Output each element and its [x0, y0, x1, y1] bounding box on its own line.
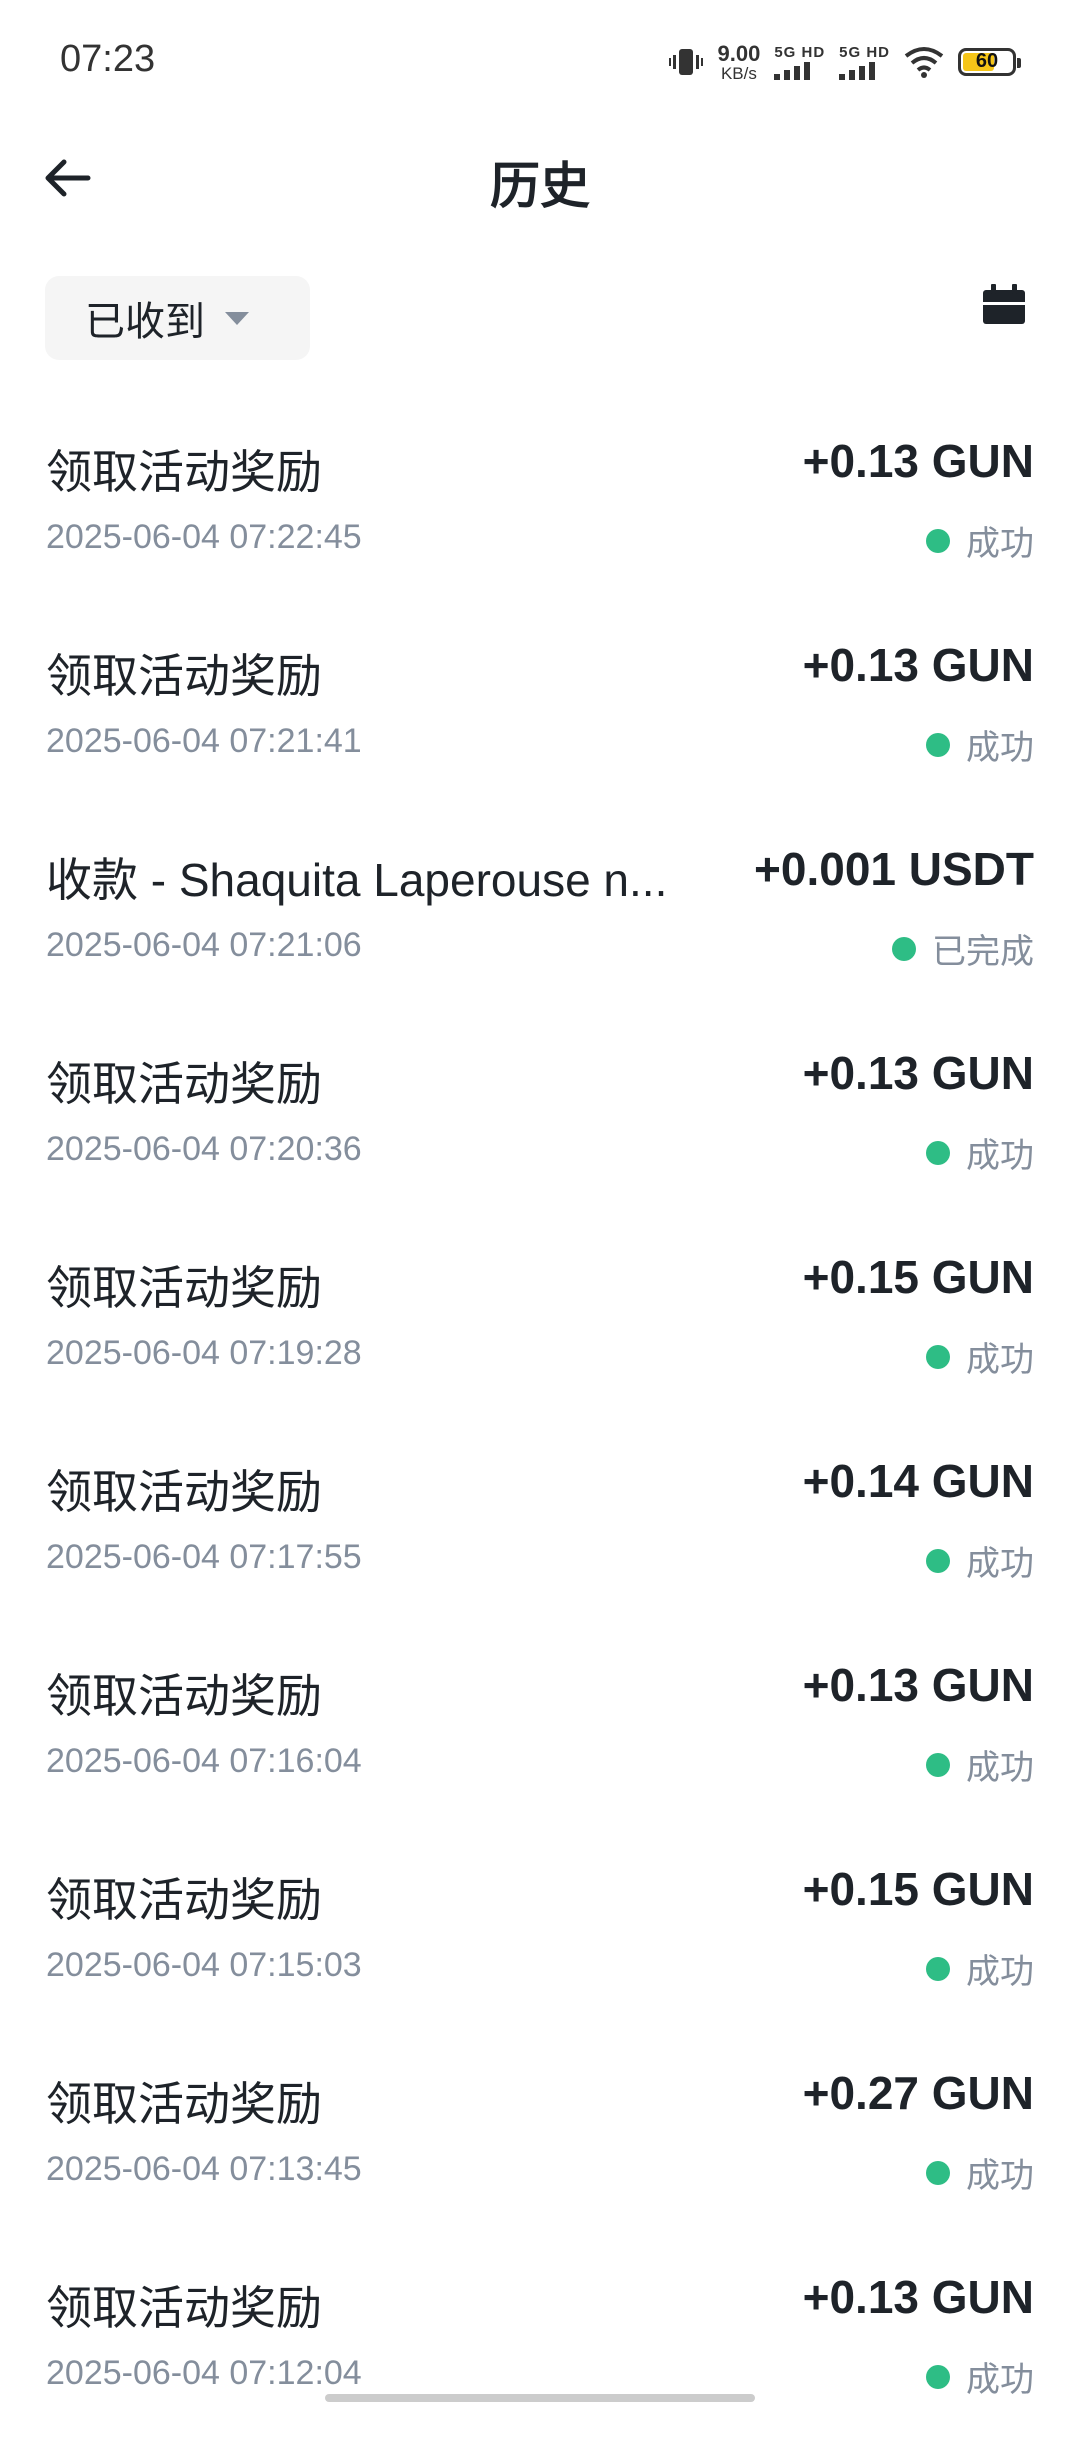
status-badge: 成功 — [926, 516, 1034, 565]
status-badge: 已完成 — [892, 924, 1034, 973]
status-text: 已完成 — [932, 933, 1034, 971]
history-row[interactable]: 领取活动奖励 2025-06-04 07:22:45 +0.13 GUN 成功 — [0, 408, 1080, 612]
history-row[interactable]: 收款 - Shaquita Laperouse n... 2025-06-04 … — [0, 816, 1080, 1020]
history-row[interactable]: 领取活动奖励 2025-06-04 07:12:04 +0.13 GUN 成功 — [0, 2244, 1080, 2448]
history-amount: +0.001 USDT — [754, 843, 1034, 895]
status-time: 07:23 — [60, 38, 156, 80]
history-amount: +0.14 GUN — [802, 1455, 1034, 1507]
status-badge: 成功 — [926, 1536, 1034, 1585]
home-indicator[interactable] — [325, 2394, 755, 2402]
battery-level: 60 — [975, 50, 999, 72]
page-title: 历史 — [490, 158, 590, 214]
history-amount: +0.13 GUN — [802, 435, 1034, 487]
history-row[interactable]: 领取活动奖励 2025-06-04 07:20:36 +0.13 GUN 成功 — [0, 1020, 1080, 1224]
history-time: 2025-06-04 07:15:03 — [46, 1946, 362, 1984]
status-dot-icon — [926, 2160, 950, 2185]
history-row[interactable]: 领取活动奖励 2025-06-04 07:15:03 +0.15 GUN 成功 — [0, 1836, 1080, 2040]
status-dot-icon — [926, 528, 950, 553]
status-text: 成功 — [966, 2157, 1034, 2195]
history-time: 2025-06-04 07:22:45 — [46, 518, 362, 556]
status-text: 成功 — [966, 2361, 1034, 2399]
status-text: 成功 — [966, 1545, 1034, 1583]
history-row[interactable]: 领取活动奖励 2025-06-04 07:21:41 +0.13 GUN 成功 — [0, 612, 1080, 816]
history-amount: +0.13 GUN — [802, 1047, 1034, 1099]
status-dot-icon — [926, 2364, 950, 2389]
status-badge: 成功 — [926, 1944, 1034, 1993]
status-badge: 成功 — [926, 2352, 1034, 2401]
status-text: 成功 — [966, 1953, 1034, 1991]
history-title: 领取活动奖励 — [46, 2078, 322, 2130]
history-amount: +0.13 GUN — [802, 2271, 1034, 2323]
history-time: 2025-06-04 07:16:04 — [46, 1742, 362, 1780]
history-title: 领取活动奖励 — [46, 1874, 322, 1926]
history-title: 领取活动奖励 — [46, 2282, 322, 2334]
history-title: 领取活动奖励 — [46, 1058, 322, 1110]
status-dot-icon — [926, 732, 950, 757]
filter-selected-label: 已收到 — [85, 300, 205, 344]
status-dot-icon — [926, 1548, 950, 1573]
status-badge: 成功 — [926, 1740, 1034, 1789]
history-time: 2025-06-04 07:12:04 — [46, 2354, 362, 2392]
status-text: 成功 — [966, 1137, 1034, 1175]
status-text: 成功 — [966, 1749, 1034, 1787]
signal-icon — [774, 61, 811, 80]
history-time: 2025-06-04 07:21:06 — [46, 926, 362, 964]
history-title: 领取活动奖励 — [46, 1262, 322, 1314]
status-text: 成功 — [966, 1341, 1034, 1379]
status-icons: 9.00 KB/s 5G HD 5G HD 60 — [669, 40, 1021, 84]
wifi-icon — [904, 47, 944, 78]
vibrate-icon — [669, 49, 704, 75]
status-text: 成功 — [966, 729, 1034, 767]
history-title: 领取活动奖励 — [46, 1670, 322, 1722]
status-text: 成功 — [966, 525, 1034, 563]
history-amount: +0.27 GUN — [802, 2067, 1034, 2119]
history-row[interactable]: 领取活动奖励 2025-06-04 07:13:45 +0.27 GUN 成功 — [0, 2040, 1080, 2244]
history-amount: +0.15 GUN — [802, 1863, 1034, 1915]
history-amount: +0.13 GUN — [802, 1659, 1034, 1711]
header: 历史 — [0, 120, 1080, 230]
status-badge: 成功 — [926, 720, 1034, 769]
history-time: 2025-06-04 07:13:45 — [46, 2150, 362, 2188]
calendar-icon[interactable] — [981, 282, 1027, 328]
network-speed: 9.00 KB/s — [717, 40, 761, 83]
status-badge: 成功 — [926, 1332, 1034, 1381]
status-badge: 成功 — [926, 2148, 1034, 2197]
network-speed-unit: KB/s — [720, 63, 757, 83]
network-speed-value: 9.00 — [717, 40, 761, 66]
history-row[interactable]: 领取活动奖励 2025-06-04 07:16:04 +0.13 GUN 成功 — [0, 1632, 1080, 1836]
sim2-signal: 5G HD — [839, 45, 890, 80]
history-time: 2025-06-04 07:21:41 — [46, 722, 362, 760]
history-row[interactable]: 领取活动奖励 2025-06-04 07:19:28 +0.15 GUN 成功 — [0, 1224, 1080, 1428]
history-title: 领取活动奖励 — [46, 650, 322, 702]
history-title: 领取活动奖励 — [46, 446, 322, 498]
history-title: 领取活动奖励 — [46, 1466, 322, 1518]
history-amount: +0.13 GUN — [802, 639, 1034, 691]
history-time: 2025-06-04 07:19:28 — [46, 1334, 362, 1372]
status-dot-icon — [892, 936, 916, 961]
filter-row: 已收到 — [0, 274, 1080, 364]
caret-down-icon — [225, 311, 249, 325]
sim1-label: 5G HD — [774, 43, 826, 61]
status-badge: 成功 — [926, 1128, 1034, 1177]
status-dot-icon — [926, 1956, 950, 1981]
status-bar: 07:23 9.00 KB/s 5G HD 5G HD 60 — [0, 0, 1080, 120]
history-list: 领取活动奖励 2025-06-04 07:22:45 +0.13 GUN 成功 … — [0, 408, 1080, 2448]
history-row[interactable]: 领取活动奖励 2025-06-04 07:17:55 +0.14 GUN 成功 — [0, 1428, 1080, 1632]
battery-icon: 60 — [958, 48, 1021, 76]
history-time: 2025-06-04 07:17:55 — [46, 1538, 362, 1576]
status-dot-icon — [926, 1140, 950, 1165]
history-amount: +0.15 GUN — [802, 1251, 1034, 1303]
filter-dropdown[interactable]: 已收到 — [45, 276, 310, 360]
history-title: 收款 - Shaquita Laperouse n... — [46, 854, 668, 906]
sim1-signal: 5G HD — [774, 45, 825, 80]
status-dot-icon — [926, 1344, 950, 1369]
sim2-label: 5G HD — [839, 43, 890, 61]
history-time: 2025-06-04 07:20:36 — [46, 1130, 362, 1168]
status-dot-icon — [926, 1752, 950, 1777]
signal-icon — [839, 61, 876, 80]
